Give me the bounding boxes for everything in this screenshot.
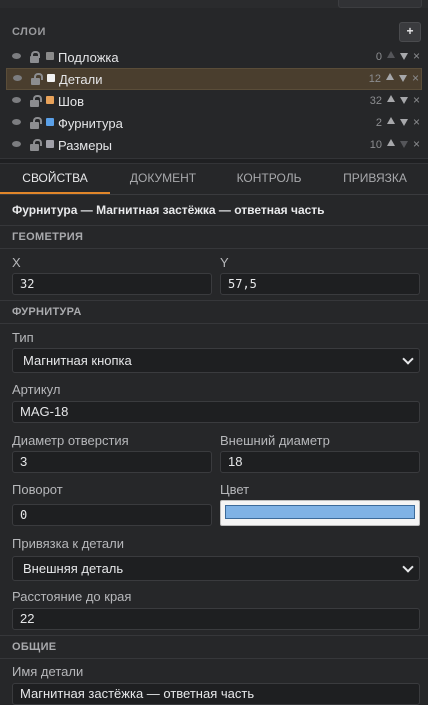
close-icon[interactable]: × bbox=[413, 115, 420, 129]
edge-distance-label: Расстояние до края bbox=[12, 589, 132, 604]
layer-name: Фурнитура bbox=[58, 116, 123, 131]
section-title: ГЕОМЕТРИЯ bbox=[12, 231, 84, 243]
color-picker[interactable] bbox=[220, 500, 420, 526]
tab-bar: СВОЙСТВА ДОКУМЕНТ КОНТРОЛЬ ПРИВЯЗКА bbox=[0, 164, 428, 195]
type-select-value: Магнитная кнопка bbox=[23, 353, 132, 368]
layers-list: Подложка 0 × Детали 12 × Шов 32 × Фурнит… bbox=[0, 46, 428, 156]
layer-count: 12 bbox=[368, 73, 381, 85]
outer-diameter-label: Внешний диаметр bbox=[220, 433, 330, 448]
move-up-icon[interactable] bbox=[387, 51, 395, 58]
move-down-icon[interactable] bbox=[400, 53, 408, 60]
layer-row[interactable]: Размеры 10 × bbox=[0, 134, 428, 156]
layer-row[interactable]: Детали 12 × bbox=[6, 68, 422, 90]
part-name-label: Имя детали bbox=[12, 664, 84, 679]
move-up-icon[interactable] bbox=[387, 117, 395, 124]
move-up-icon[interactable] bbox=[386, 73, 394, 80]
x-label: X bbox=[12, 255, 21, 270]
rotation-label: Поворот bbox=[12, 482, 63, 497]
layer-name: Размеры bbox=[58, 138, 113, 153]
y-label: Y bbox=[220, 255, 229, 270]
article-label: Артикул bbox=[12, 382, 61, 397]
section-title: ОБЩИЕ bbox=[12, 641, 57, 653]
layers-title: СЛОИ bbox=[12, 26, 46, 38]
unlock-icon[interactable] bbox=[30, 117, 42, 129]
layer-name: Шов bbox=[58, 94, 85, 109]
y-field[interactable]: 57,5 bbox=[220, 273, 420, 295]
binding-select[interactable]: Внешняя деталь bbox=[12, 556, 420, 581]
toolbar-button[interactable] bbox=[338, 0, 422, 8]
outer-diameter-field[interactable]: 18 bbox=[220, 451, 420, 473]
layer-row[interactable]: Подложка 0 × bbox=[0, 46, 428, 68]
x-field[interactable]: 32 bbox=[12, 273, 212, 295]
unlock-icon[interactable] bbox=[30, 95, 42, 107]
eye-icon[interactable] bbox=[13, 75, 22, 81]
article-field[interactable]: MAG-18 bbox=[12, 401, 420, 423]
layer-row[interactable]: Фурнитура 2 × bbox=[0, 112, 428, 134]
tab-properties[interactable]: СВОЙСТВА bbox=[0, 164, 110, 194]
layer-name: Детали bbox=[59, 72, 103, 87]
tab-document[interactable]: ДОКУМЕНТ bbox=[110, 164, 216, 194]
lock-icon[interactable] bbox=[30, 51, 40, 63]
color-label: Цвет bbox=[220, 482, 250, 497]
section-hardware: ФУРНИТУРА bbox=[0, 300, 428, 324]
layer-color-swatch bbox=[46, 52, 54, 60]
layer-count: 0 bbox=[375, 51, 382, 63]
layers-header: СЛОИ + bbox=[0, 18, 428, 46]
move-up-icon[interactable] bbox=[387, 139, 395, 146]
edge-distance-field[interactable]: 22 bbox=[12, 608, 420, 630]
layer-count: 32 bbox=[369, 95, 382, 107]
binding-label: Привязка к детали bbox=[12, 536, 124, 551]
type-label: Тип bbox=[12, 330, 34, 345]
section-geometry: ГЕОМЕТРИЯ bbox=[0, 225, 428, 249]
color-swatch bbox=[225, 505, 415, 519]
chevron-down-icon bbox=[402, 353, 414, 365]
part-name-field[interactable]: Магнитная застёжка — ответная часть bbox=[12, 683, 420, 705]
eye-icon[interactable] bbox=[12, 53, 21, 59]
rotation-field[interactable]: 0 bbox=[12, 504, 212, 526]
layer-count: 2 bbox=[375, 117, 382, 129]
move-down-icon[interactable] bbox=[400, 97, 408, 104]
close-icon[interactable]: × bbox=[413, 137, 420, 151]
hole-diameter-label: Диаметр отверстия bbox=[12, 433, 129, 448]
tab-binding[interactable]: ПРИВЯЗКА bbox=[322, 164, 428, 194]
tab-control[interactable]: КОНТРОЛЬ bbox=[216, 164, 322, 194]
layer-color-swatch bbox=[46, 96, 54, 104]
object-title: Фурнитура — Магнитная застёжка — ответна… bbox=[12, 203, 325, 217]
eye-icon[interactable] bbox=[12, 119, 21, 125]
section-title: ФУРНИТУРА bbox=[12, 306, 82, 318]
move-down-icon[interactable] bbox=[399, 75, 407, 82]
move-up-icon[interactable] bbox=[387, 95, 395, 102]
layer-color-swatch bbox=[47, 74, 55, 82]
layer-count: 10 bbox=[369, 139, 382, 151]
eye-icon[interactable] bbox=[12, 97, 21, 103]
move-down-icon[interactable] bbox=[400, 119, 408, 126]
unlock-icon[interactable] bbox=[31, 73, 43, 85]
section-general: ОБЩИЕ bbox=[0, 635, 428, 659]
close-icon[interactable]: × bbox=[413, 93, 420, 107]
binding-select-value: Внешняя деталь bbox=[23, 561, 124, 576]
eye-icon[interactable] bbox=[12, 141, 21, 147]
close-icon[interactable]: × bbox=[412, 71, 419, 85]
layer-row[interactable]: Шов 32 × bbox=[0, 90, 428, 112]
top-strip bbox=[0, 0, 428, 8]
hole-diameter-field[interactable]: 3 bbox=[12, 451, 212, 473]
layer-color-swatch bbox=[46, 118, 54, 126]
chevron-down-icon bbox=[402, 561, 414, 573]
type-select[interactable]: Магнитная кнопка bbox=[12, 348, 420, 373]
layer-color-swatch bbox=[46, 140, 54, 148]
move-down-icon[interactable] bbox=[400, 141, 408, 148]
unlock-icon[interactable] bbox=[30, 139, 42, 151]
close-icon[interactable]: × bbox=[413, 49, 420, 63]
add-layer-button[interactable]: + bbox=[399, 22, 421, 42]
layer-name: Подложка bbox=[58, 50, 119, 65]
